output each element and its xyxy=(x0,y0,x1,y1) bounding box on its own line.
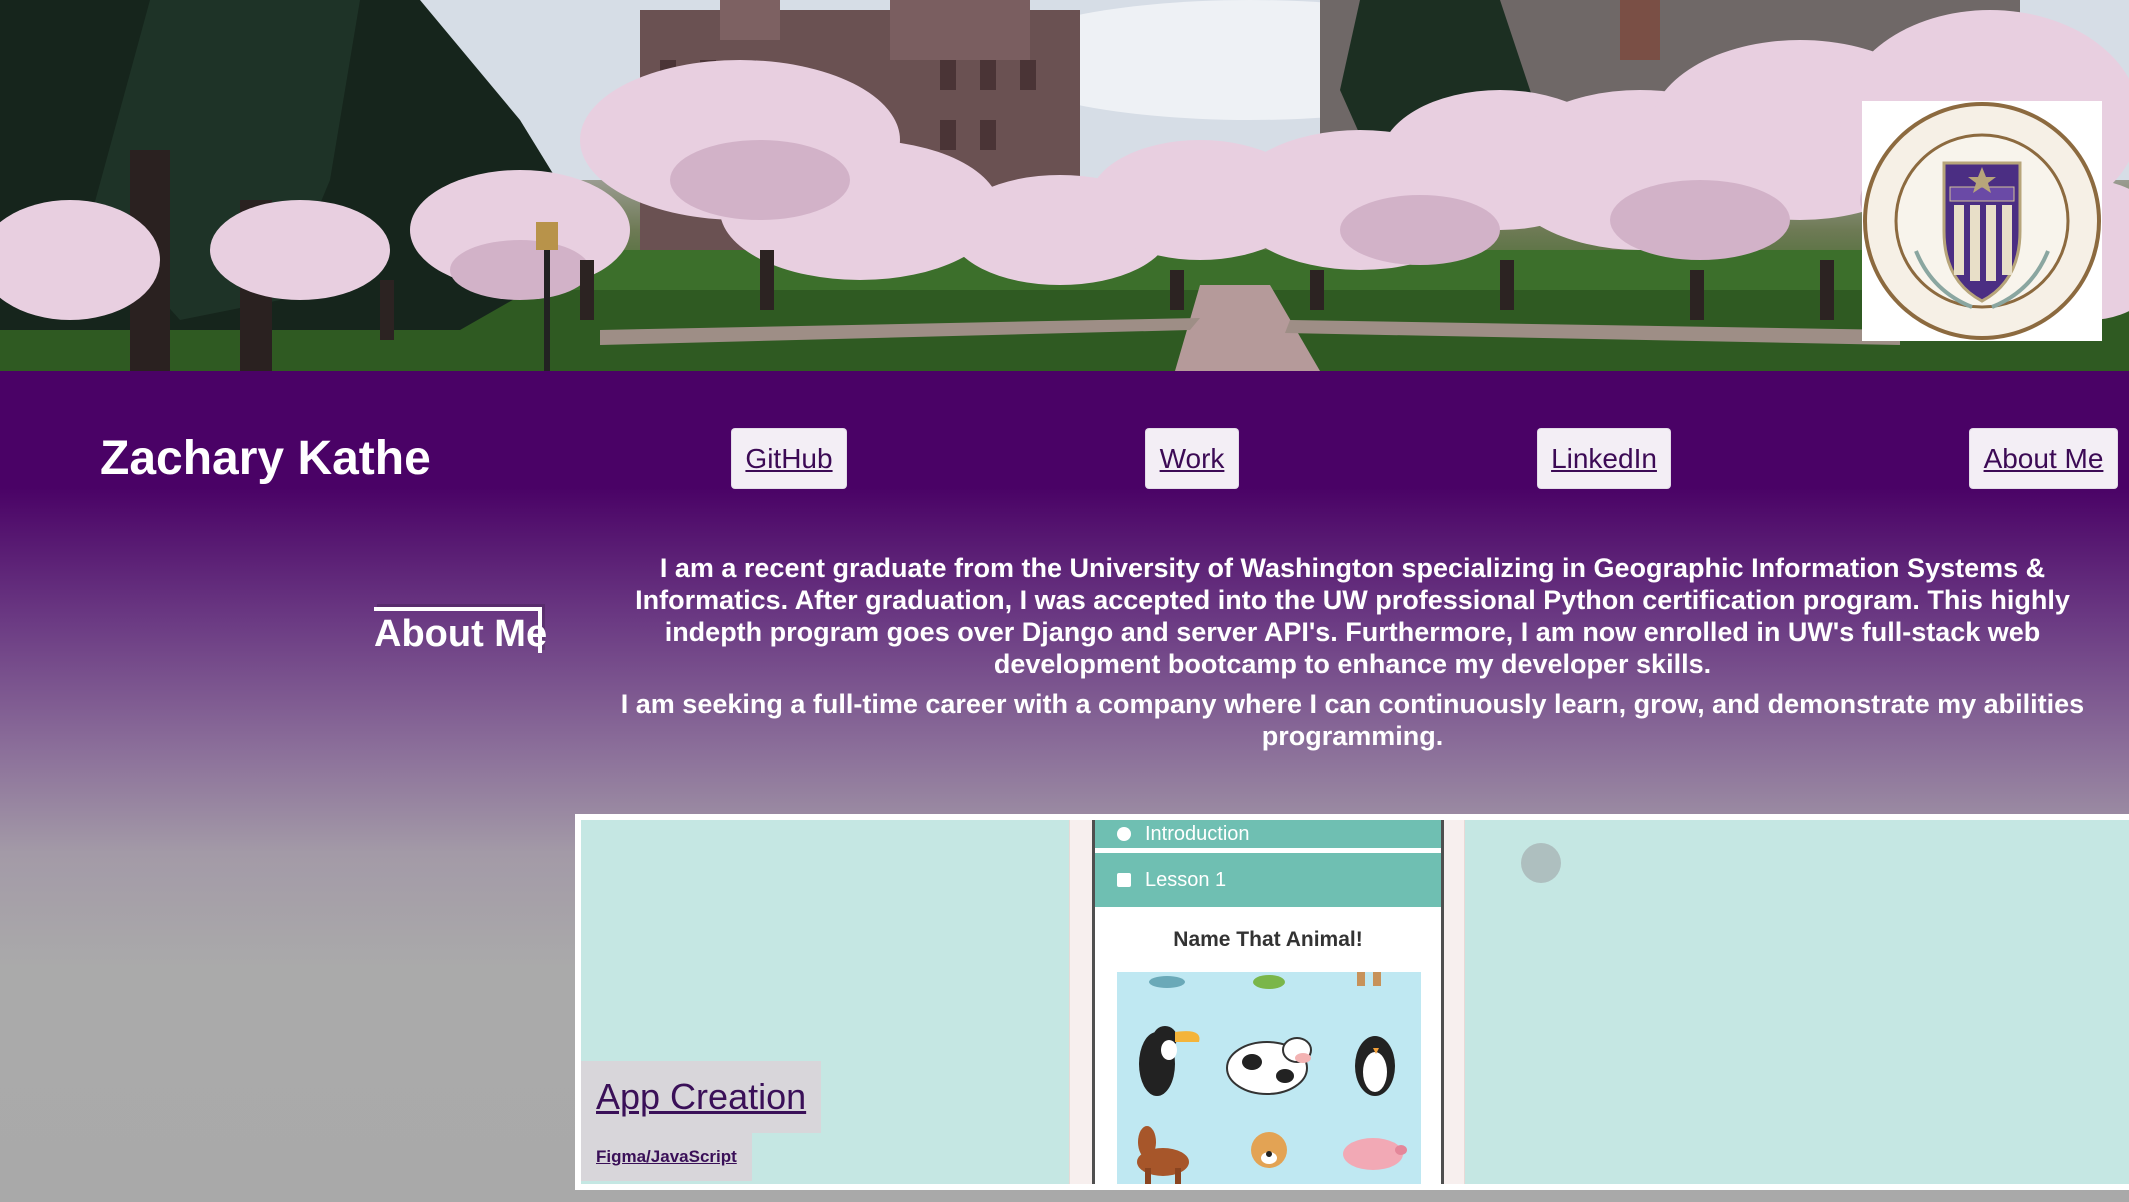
intro-label: Introduction xyxy=(1145,822,1250,845)
legs-icon xyxy=(1357,972,1365,986)
intro-bar: Introduction xyxy=(1095,820,1441,848)
about-me-heading: About Me xyxy=(374,606,547,655)
bird-icon xyxy=(1149,976,1185,988)
project-card[interactable]: Introduction Lesson 1 Name That Animal! xyxy=(575,814,2129,1190)
horse-icon xyxy=(1137,1126,1189,1184)
dog-icon xyxy=(1251,1132,1287,1168)
about-paragraph: I am seeking a full-time career with a c… xyxy=(620,689,2085,751)
about-paragraph: I am a recent graduate from the Universi… xyxy=(635,553,2070,679)
screen-title: Name That Animal! xyxy=(1173,928,1363,951)
header-banner xyxy=(0,0,2129,371)
nav-github-button[interactable]: GitHub xyxy=(732,429,846,488)
nav-linkedin-button[interactable]: LinkedIn xyxy=(1538,429,1670,488)
bookmark-icon xyxy=(1117,873,1131,887)
lesson-bar: Lesson 1 xyxy=(1095,853,1441,907)
lizard-icon xyxy=(1253,975,1285,989)
animal-grid xyxy=(1117,972,1421,1184)
penguin-icon xyxy=(1355,1036,1395,1096)
cow-icon xyxy=(1226,1037,1312,1095)
project-tech-link[interactable]: Figma/JavaScript xyxy=(581,1133,752,1181)
campus-photo xyxy=(0,0,2129,371)
university-seal-icon xyxy=(1862,101,2102,341)
site-owner-name: Zachary Kathe xyxy=(100,432,431,485)
check-circle-icon xyxy=(1117,827,1131,841)
phone-screen: Introduction Lesson 1 Name That Animal! xyxy=(1092,820,1444,1184)
nav-work-button[interactable]: Work xyxy=(1146,429,1238,488)
cursor-dot xyxy=(1521,843,1561,883)
project-title-link[interactable]: App Creation xyxy=(581,1061,822,1133)
toucan-icon xyxy=(1139,1026,1200,1096)
lesson-label: Lesson 1 xyxy=(1145,868,1227,891)
phone-mockup: Introduction Lesson 1 Name That Animal! xyxy=(1069,820,1465,1184)
nav-about-me-button[interactable]: About Me xyxy=(1970,429,2117,488)
pig-icon xyxy=(1343,1138,1407,1170)
